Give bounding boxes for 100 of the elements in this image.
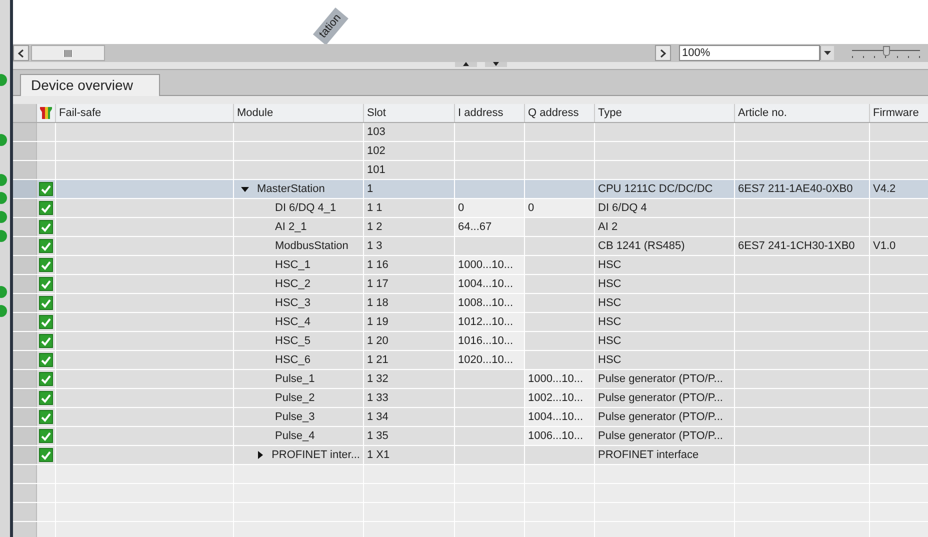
table-cell-text: 1000...10... <box>528 372 584 387</box>
column-header[interactable]: Q address <box>525 104 595 122</box>
grip-icon <box>64 50 72 56</box>
table-cell-text: 1012...10... <box>458 314 514 330</box>
zoom-field[interactable]: 100% <box>679 45 820 61</box>
table-cell-text: HSC_2 <box>275 276 310 292</box>
table-cell-text: HSC <box>598 334 622 349</box>
table-row[interactable]: Pulse_4 1 35 1006...10... Pulse generator (PTO/P... <box>13 427 928 446</box>
table-cell-text: HSC_5 <box>275 334 310 349</box>
column-header[interactable]: I address <box>455 104 525 122</box>
table-cell-text: 1 <box>367 182 374 197</box>
checkbox[interactable] <box>39 239 53 253</box>
table-cell-text: 1 3 <box>367 238 382 254</box>
checkbox[interactable] <box>39 201 53 215</box>
expand-up-button[interactable] <box>455 62 477 67</box>
table-cell-text: Pulse_4 <box>275 428 315 444</box>
table-row[interactable]: HSC_1 1 16 1000...10... HSC <box>13 256 928 275</box>
table-cell-text: HSC_6 <box>275 352 310 368</box>
table-cell-text: Pulse_1 <box>275 372 315 387</box>
table-cell-text: HSC_3 <box>275 296 310 311</box>
expander-toggle[interactable] <box>240 184 249 194</box>
table-cell-text: 1 34 <box>367 410 388 425</box>
table-row[interactable]: HSC_6 1 21 1020...10... HSC <box>13 351 928 370</box>
checkbox[interactable] <box>39 372 53 386</box>
table-row[interactable]: Pulse_1 1 32 1000...10... Pulse generator (PTO/P... <box>13 370 928 389</box>
table-cell-text: 1006...10... <box>528 428 584 444</box>
table-cell-text: 6ES7 241-1CH30-1XB0 <box>738 238 855 254</box>
checkbox[interactable] <box>39 296 53 310</box>
table-cell-text: 1020...10... <box>458 352 514 368</box>
triangle-down-icon <box>240 186 248 192</box>
table-cell-text: 1 35 <box>367 428 388 444</box>
table-cell-text: HSC <box>598 314 622 330</box>
checkbox[interactable] <box>39 353 53 367</box>
table-row[interactable]: PROFINET inter... 1 X1 PROFINET interface <box>13 446 928 465</box>
table-row[interactable]: 102 <box>13 142 928 161</box>
table-cell-text: Pulse generator (PTO/P... <box>598 390 723 406</box>
table-row[interactable]: MasterStation 1 CPU 1211C DC/DC/DC 6ES7 211-1AE40-0XB0 V4.2 <box>13 180 928 199</box>
scrollbar-thumb[interactable] <box>31 45 105 61</box>
table-row[interactable]: HSC_4 1 19 1012...10... HSC <box>13 313 928 332</box>
column-header[interactable]: Slot <box>364 104 455 122</box>
table-cell-text: 101 <box>367 162 386 178</box>
table-cell-text: Pulse_3 <box>275 410 315 425</box>
wrench-icon <box>39 106 53 120</box>
table-row[interactable]: ModbusStation 1 3 CB 1241 (RS485) 6ES7 241-1CH30-1XB0 V1.0 <box>13 237 928 256</box>
table-cell-text: AI 2_1 <box>275 220 307 235</box>
table-cell-text: 1 1 <box>367 200 382 216</box>
table-cell-text: PROFINET interface <box>598 448 699 463</box>
table-cell-text: 1002...10... <box>528 390 584 406</box>
table-row[interactable]: HSC_5 1 20 1016...10... HSC <box>13 332 928 351</box>
table-cell-text: 1016...10... <box>458 334 514 349</box>
checkbox[interactable] <box>39 220 53 234</box>
table-cell-text: Pulse_2 <box>275 390 315 406</box>
table-cell-text: HSC <box>598 258 622 273</box>
checkbox[interactable] <box>39 429 53 443</box>
tab[interactable]: Device overview <box>20 74 160 96</box>
checkbox[interactable] <box>39 277 53 291</box>
column-header[interactable]: Module <box>234 104 364 122</box>
expander-toggle[interactable] <box>258 450 264 460</box>
table-row[interactable]: DI 6/DQ 4_1 1 1 0 0 DI 6/DQ 4 <box>13 199 928 218</box>
table-row[interactable]: HSC_3 1 18 1008...10... HSC <box>13 294 928 313</box>
chevron-right-icon <box>660 48 666 58</box>
table-cell-text: HSC <box>598 296 622 311</box>
table-cell-text: 1 33 <box>367 390 388 406</box>
column-header[interactable]: Firmware <box>870 104 928 122</box>
table-cell-text: V4.2 <box>873 182 896 197</box>
table-cell-text: Pulse generator (PTO/P... <box>598 410 723 425</box>
column-header[interactable]: Fail-safe <box>56 104 234 122</box>
table-cell-text: MasterStation <box>257 182 325 197</box>
table-cell-text: 1 19 <box>367 314 388 330</box>
checkbox[interactable] <box>39 334 53 348</box>
table-row[interactable]: AI 2_1 1 2 64...67 AI 2 <box>13 218 928 237</box>
table-row[interactable]: 103 <box>13 123 928 142</box>
collapse-down-button[interactable] <box>485 62 507 67</box>
checkbox[interactable] <box>39 448 53 462</box>
table-cell-text: 6ES7 211-1AE40-0XB0 <box>738 182 853 197</box>
checkbox[interactable] <box>39 391 53 405</box>
column-header[interactable]: Article no. <box>735 104 870 122</box>
table-row[interactable]: Pulse_3 1 34 1004...10... Pulse generator (PTO/P... <box>13 408 928 427</box>
table-row[interactable]: HSC_2 1 17 1004...10... HSC <box>13 275 928 294</box>
table-cell-text: HSC_1 <box>275 258 310 273</box>
checkbox[interactable] <box>39 258 53 272</box>
chevron-left-icon <box>18 48 24 58</box>
column-header[interactable]: Type <box>595 104 735 122</box>
table-cell-text: CPU 1211C DC/DC/DC <box>598 182 713 197</box>
checkbox[interactable] <box>39 182 53 196</box>
table-cell-text: HSC_4 <box>275 314 310 330</box>
table-row[interactable]: 101 <box>13 161 928 180</box>
table-row[interactable]: Pulse_2 1 33 1002...10... Pulse generator (PTO/P... <box>13 389 928 408</box>
table-cell-text: 0 <box>528 200 534 216</box>
scroll-right-button[interactable] <box>655 45 671 61</box>
table-cell-text: 1008...10... <box>458 296 514 311</box>
table-cell-text: 1 32 <box>367 372 388 387</box>
triangle-right-icon <box>258 451 264 459</box>
checkbox[interactable] <box>39 410 53 424</box>
checkbox[interactable] <box>39 315 53 329</box>
table-cell-text: 102 <box>367 144 386 159</box>
dropdown-button[interactable] <box>820 46 834 60</box>
scroll-left-button[interactable] <box>13 45 29 61</box>
table-cell-text: 1004...10... <box>458 276 514 292</box>
zoom-slider[interactable] <box>852 45 920 61</box>
